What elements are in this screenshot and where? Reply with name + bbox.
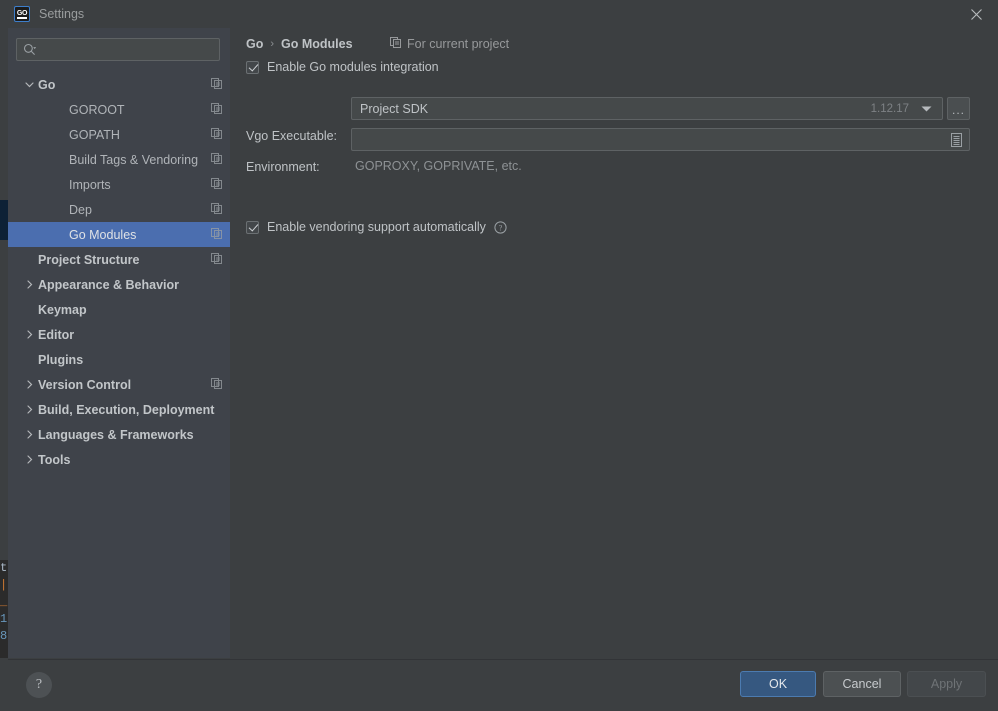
chevron-right-icon[interactable] bbox=[22, 280, 36, 289]
enable-vendoring-label: Enable vendoring support automatically bbox=[267, 220, 486, 234]
goland-icon: GO bbox=[14, 6, 30, 22]
sidebar-item-label: Build, Execution, Deployment bbox=[38, 402, 215, 417]
vgo-executable-combobox[interactable]: Project SDK 1.12.17 bbox=[351, 97, 943, 120]
enable-modules-checkbox[interactable] bbox=[246, 60, 259, 74]
settings-main-panel: Go › Go Modules For current project Enab… bbox=[230, 28, 998, 658]
environment-hint: GOPROXY, GOPRIVATE, etc. bbox=[355, 159, 522, 173]
project-scope-indicator: For current project bbox=[390, 37, 509, 51]
enable-modules-label: Enable Go modules integration bbox=[267, 60, 439, 74]
sidebar-item-dep[interactable]: Dep bbox=[8, 197, 230, 222]
breadcrumb: Go › Go Modules bbox=[246, 37, 353, 51]
sidebar-item-label: Languages & Frameworks bbox=[38, 427, 194, 442]
sidebar-item-build-tags-vendoring[interactable]: Build Tags & Vendoring bbox=[8, 147, 230, 172]
sidebar-item-editor[interactable]: Editor bbox=[8, 322, 230, 347]
sidebar-item-label: Plugins bbox=[38, 352, 84, 367]
list-editor-icon[interactable] bbox=[950, 132, 963, 147]
sidebar-item-label: Tools bbox=[38, 452, 71, 467]
dialog-title: Settings bbox=[39, 7, 85, 21]
environment-input[interactable] bbox=[352, 132, 950, 147]
svg-text:?: ? bbox=[499, 223, 503, 232]
sidebar-item-imports[interactable]: Imports bbox=[8, 172, 230, 197]
copy-icon bbox=[390, 37, 401, 51]
copy-icon bbox=[211, 201, 222, 219]
environment-field[interactable] bbox=[351, 128, 970, 151]
question-circle-icon[interactable]: ? bbox=[494, 220, 507, 234]
sidebar-item-label: Editor bbox=[38, 327, 75, 342]
sidebar-item-gopath[interactable]: GOPATH bbox=[8, 122, 230, 147]
sidebar-item-languages-frameworks[interactable]: Languages & Frameworks bbox=[8, 422, 230, 447]
sidebar-item-label: Version Control bbox=[38, 377, 132, 392]
sidebar-item-version-control[interactable]: Version Control bbox=[8, 372, 230, 397]
sidebar-item-label: Project Structure bbox=[38, 252, 140, 267]
sidebar-item-project-structure[interactable]: Project Structure bbox=[8, 247, 230, 272]
close-icon[interactable] bbox=[954, 0, 998, 28]
copy-icon bbox=[211, 151, 222, 169]
project-scope-label: For current project bbox=[407, 37, 510, 51]
chevron-right-icon[interactable] bbox=[22, 405, 36, 414]
search-icon bbox=[23, 43, 36, 56]
sidebar-item-plugins[interactable]: Plugins bbox=[8, 347, 230, 372]
sidebar-item-go-modules[interactable]: Go Modules bbox=[8, 222, 230, 247]
enable-vendoring-row[interactable]: Enable vendoring support automatically ? bbox=[246, 220, 507, 234]
background-selection-marker bbox=[0, 200, 8, 240]
breadcrumb-separator: › bbox=[270, 38, 275, 50]
copy-icon bbox=[211, 251, 222, 269]
help-button[interactable]: ? bbox=[26, 672, 52, 698]
sidebar-item-label: Go Modules bbox=[69, 227, 137, 242]
sidebar-item-label: GOPATH bbox=[69, 127, 120, 142]
sidebar-item-label: Build Tags & Vendoring bbox=[69, 152, 199, 167]
search-box[interactable] bbox=[16, 38, 220, 61]
chevron-right-icon[interactable] bbox=[22, 380, 36, 389]
sidebar-item-tools[interactable]: Tools bbox=[8, 447, 230, 472]
sidebar-item-label: Go bbox=[38, 77, 56, 92]
chevron-right-icon[interactable] bbox=[22, 430, 36, 439]
settings-dialog: GO Settings Go GOROOT GOPATH Build Tags & V… bbox=[0, 0, 998, 711]
settings-sidebar: Go GOROOT GOPATH Build Tags & Vendoring Impo… bbox=[8, 28, 230, 658]
copy-icon bbox=[211, 376, 222, 394]
chevron-down-icon[interactable] bbox=[921, 105, 932, 113]
sidebar-item-label: GOROOT bbox=[69, 102, 125, 117]
background-left-strip bbox=[0, 0, 8, 560]
copy-icon bbox=[211, 126, 222, 144]
dialog-footer: ? OK Cancel Apply bbox=[8, 659, 998, 711]
search-input[interactable] bbox=[36, 42, 219, 57]
vgo-executable-value: Project SDK bbox=[360, 101, 429, 116]
breadcrumb-current: Go Modules bbox=[281, 37, 353, 51]
sidebar-item-label: Appearance & Behavior bbox=[38, 277, 180, 292]
enable-modules-row[interactable]: Enable Go modules integration bbox=[246, 60, 439, 74]
cancel-button[interactable]: Cancel bbox=[823, 671, 901, 697]
vgo-executable-browse-button[interactable]: ... bbox=[947, 97, 970, 120]
sidebar-item-appearance-behavior[interactable]: Appearance & Behavior bbox=[8, 272, 230, 297]
chevron-right-icon[interactable] bbox=[22, 330, 36, 339]
sidebar-item-label: Imports bbox=[69, 177, 111, 192]
chevron-down-icon[interactable] bbox=[22, 80, 36, 89]
environment-label-row: Environment: bbox=[246, 160, 320, 174]
sidebar-item-goroot[interactable]: GOROOT bbox=[8, 97, 230, 122]
ok-button[interactable]: OK bbox=[740, 671, 816, 697]
sidebar-item-label: Keymap bbox=[38, 302, 87, 317]
copy-icon bbox=[211, 76, 222, 94]
sidebar-item-keymap[interactable]: Keymap bbox=[8, 297, 230, 322]
vgo-executable-version: 1.12.17 bbox=[870, 102, 909, 115]
enable-vendoring-checkbox[interactable] bbox=[246, 220, 259, 234]
chevron-right-icon[interactable] bbox=[22, 455, 36, 464]
copy-icon bbox=[211, 226, 222, 244]
sidebar-item-go[interactable]: Go bbox=[8, 72, 230, 97]
settings-tree: Go GOROOT GOPATH Build Tags & Vendoring Impo… bbox=[8, 72, 230, 472]
breadcrumb-parent[interactable]: Go bbox=[246, 37, 263, 51]
sidebar-item-label: Dep bbox=[69, 202, 92, 217]
vgo-executable-label-row: Vgo Executable: bbox=[246, 129, 337, 143]
copy-icon bbox=[211, 101, 222, 119]
sidebar-item-build-execution-deployment[interactable]: Build, Execution, Deployment bbox=[8, 397, 230, 422]
copy-icon bbox=[211, 176, 222, 194]
apply-button[interactable]: Apply bbox=[907, 671, 986, 697]
dialog-titlebar: GO Settings bbox=[8, 0, 998, 28]
vgo-executable-label: Vgo Executable: bbox=[246, 129, 338, 143]
environment-label: Environment: bbox=[246, 160, 320, 174]
